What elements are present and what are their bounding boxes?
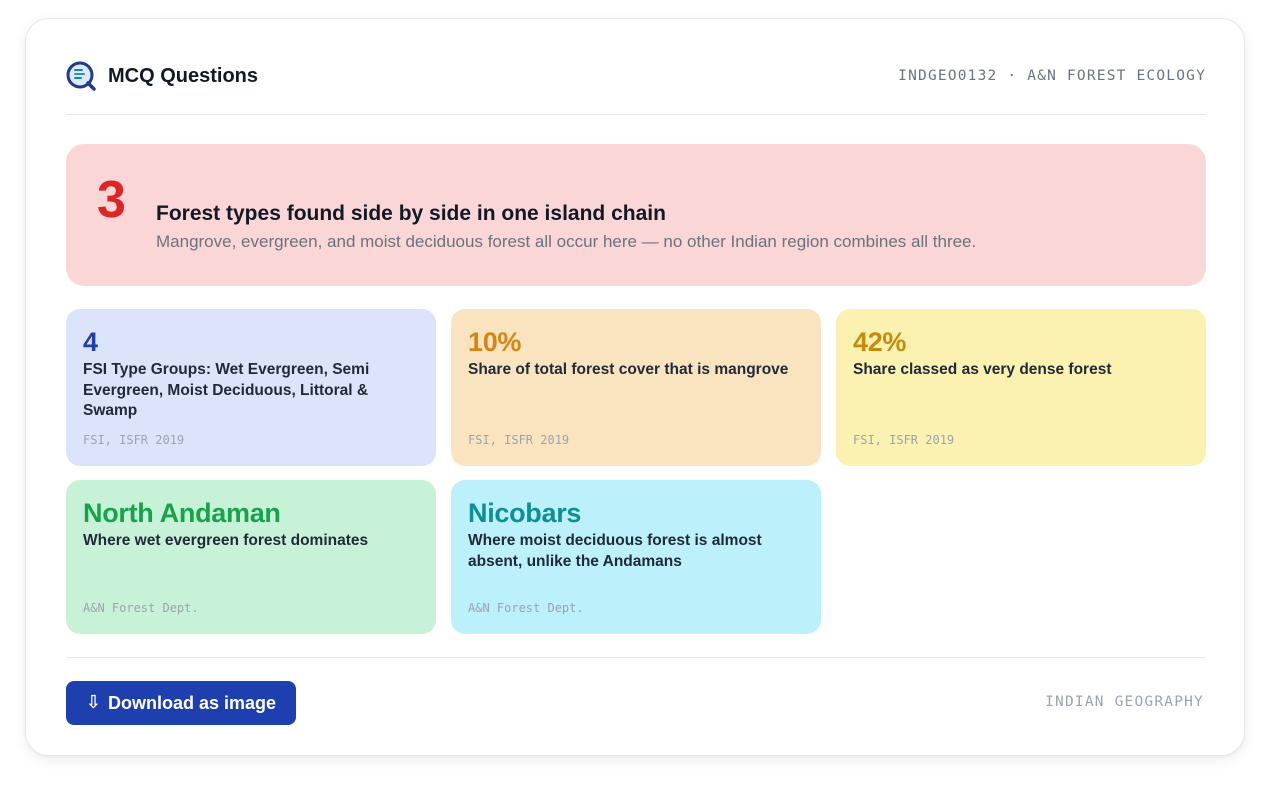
stat-card-very-dense-forest: 42% Share classed as very dense forest F… [836, 309, 1206, 466]
stat-source: FSI, ISFR 2019 [853, 433, 955, 447]
stat-label: Where wet evergreen forest dominates [83, 532, 369, 549]
card-header: MCQ Questions INDGEO0132 · A&N FOREST EC… [66, 59, 1206, 93]
hero-stat-panel: 3 Forest types found side by side in one… [66, 144, 1206, 286]
quiz-search-logo-icon [66, 61, 96, 91]
stat-card-nicobars: Nicobars Where moist deciduous forest is… [451, 480, 821, 634]
stat-label: FSI Type Groups: Wet Evergreen, Semi Eve… [83, 361, 370, 419]
subject-tag: INDIAN GEOGRAPHY [1045, 694, 1204, 710]
stat-value: 4 [83, 327, 98, 357]
stat-card-type-groups: 4 FSI Type Groups: Wet Evergreen, Semi E… [66, 309, 436, 466]
header-divider [66, 114, 1206, 115]
infographic-card: MCQ Questions INDGEO0132 · A&N FOREST EC… [25, 18, 1245, 756]
stat-source: A&N Forest Dept. [468, 601, 584, 615]
download-image-button[interactable]: ⇩ Download as image [66, 681, 296, 725]
brand: MCQ Questions [66, 61, 258, 91]
stat-source: FSI, ISFR 2019 [468, 433, 570, 447]
stat-source: A&N Forest Dept. [83, 601, 199, 615]
download-arrow-icon: ⇩ [85, 692, 102, 713]
stat-label: Share of total forest cover that is mang… [468, 361, 789, 378]
stat-source: FSI, ISFR 2019 [83, 433, 185, 447]
hero-stat-title: Forest types found side by side in one i… [156, 202, 666, 225]
topic-code: INDGEO0132 · A&N FOREST ECOLOGY [898, 68, 1206, 84]
download-button-label: Download as image [108, 692, 277, 713]
stat-value: 10% [468, 327, 522, 357]
hero-stat-value: 3 [97, 171, 126, 229]
stat-card-mangrove-share: 10% Share of total forest cover that is … [451, 309, 821, 466]
footer-divider [66, 657, 1206, 658]
hero-stat-description: Mangrove, evergreen, and moist deciduous… [156, 232, 977, 251]
stat-value: North Andaman [83, 498, 281, 528]
stat-label: Where moist deciduous forest is almost a… [468, 532, 762, 570]
stat-label: Share classed as very dense forest [853, 361, 1112, 378]
app-title: MCQ Questions [108, 64, 259, 87]
stat-card-north-andaman: North Andaman Where wet evergreen forest… [66, 480, 436, 634]
stat-value: Nicobars [468, 498, 582, 528]
stat-value: 42% [853, 327, 907, 357]
